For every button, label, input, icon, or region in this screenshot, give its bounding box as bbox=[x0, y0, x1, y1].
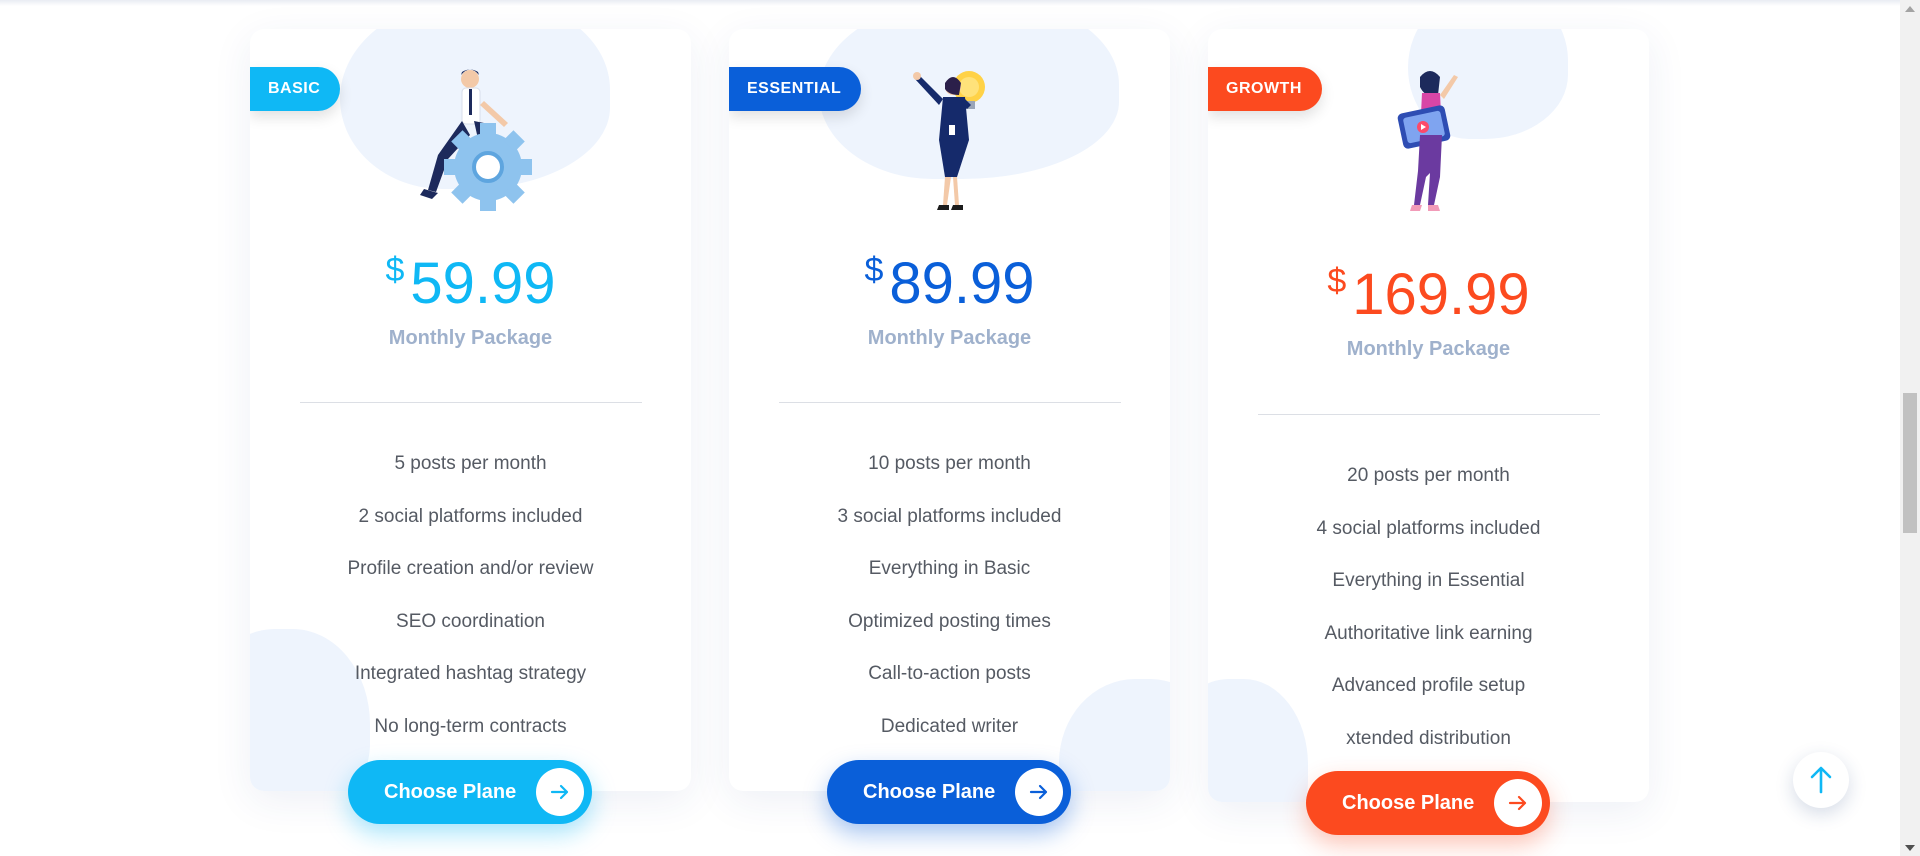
scroll-up-arrow-icon[interactable] bbox=[1900, 0, 1920, 17]
woman-with-lightbulb-illustration bbox=[913, 71, 985, 210]
feature-item: Integrated hashtag strategy bbox=[354, 663, 587, 685]
arrow-up-icon bbox=[1810, 766, 1832, 794]
scroll-to-top-button[interactable] bbox=[1793, 752, 1849, 808]
divider bbox=[779, 402, 1121, 403]
plan-price: $59.99 bbox=[250, 249, 691, 319]
price-amount: 89.99 bbox=[889, 251, 1035, 316]
feature-item: Authoritative link earning bbox=[1324, 622, 1533, 644]
plan-badge: ESSENTIAL bbox=[729, 67, 862, 111]
pricing-card-essential: ESSENTIAL $89.99 Monthly Package 10 post… bbox=[729, 29, 1170, 791]
feature-item: 2 social platforms included bbox=[358, 505, 583, 527]
divider bbox=[300, 402, 642, 403]
feature-item: 4 social platforms included bbox=[1316, 517, 1541, 539]
feature-item: 5 posts per month bbox=[394, 453, 547, 474]
plan-price: $169.99 bbox=[1208, 260, 1649, 330]
currency-symbol: $ bbox=[864, 251, 884, 289]
feature-item: Everything in Essential bbox=[1332, 570, 1525, 592]
feature-item: Call-to-action posts bbox=[868, 663, 1031, 685]
plan-price: $89.99 bbox=[729, 249, 1170, 319]
woman-with-tablet-illustration bbox=[1397, 71, 1458, 211]
feature-item: No long-term contracts bbox=[374, 715, 567, 737]
choose-plan-button-growth[interactable]: Choose Plane bbox=[1306, 771, 1550, 835]
choose-plan-label: Choose Plane bbox=[863, 780, 996, 803]
plan-period: Monthly Package bbox=[1346, 338, 1511, 360]
feature-item: Optimized posting times bbox=[848, 610, 1051, 632]
pricing-card-basic: BASIC $ 59.99 Monthly Package 5 posts pe… bbox=[250, 29, 691, 791]
feature-item: 3 social platforms included bbox=[837, 505, 1062, 527]
scroll-down-arrow-icon[interactable] bbox=[1900, 839, 1920, 856]
pricing-card-growth: GROWTH $169.99 Monthly Package 20 posts … bbox=[1208, 29, 1649, 802]
feature-list: 20 posts per month 4 social platforms in… bbox=[1208, 450, 1649, 766]
man-with-gear-illustration bbox=[420, 69, 532, 211]
currency-symbol: $ bbox=[385, 251, 405, 289]
plan-badge: BASIC bbox=[250, 67, 341, 111]
feature-item: xtended distribution bbox=[1346, 727, 1511, 749]
feature-item: Advanced profile setup bbox=[1331, 675, 1526, 697]
price-amount: 169.99 bbox=[1352, 262, 1530, 327]
feature-list: 5 posts per month 2 social platforms inc… bbox=[250, 438, 691, 754]
arrow-right-icon bbox=[1015, 768, 1063, 816]
price-amount: 59.99 bbox=[410, 251, 556, 316]
feature-item: Dedicated writer bbox=[880, 715, 1019, 737]
choose-plan-button-basic[interactable]: Choose Plane bbox=[348, 760, 592, 824]
scrollbar-thumb[interactable] bbox=[1903, 393, 1917, 533]
plan-badge: GROWTH bbox=[1208, 67, 1322, 111]
plan-period: Monthly Package bbox=[867, 327, 1032, 349]
feature-item: 20 posts per month bbox=[1347, 465, 1510, 486]
feature-item: Profile creation and/or review bbox=[347, 558, 594, 580]
page-scrollbar[interactable] bbox=[1900, 0, 1920, 856]
divider bbox=[1258, 414, 1600, 415]
plan-period: Monthly Package bbox=[388, 327, 553, 349]
pricing-section: BASIC $ 59.99 Monthly Package 5 posts pe… bbox=[0, 0, 1900, 856]
feature-item: Everything in Basic bbox=[868, 558, 1031, 580]
choose-plan-button-essential[interactable]: Choose Plane bbox=[827, 760, 1071, 824]
feature-item: SEO coordination bbox=[396, 610, 545, 632]
arrow-right-icon bbox=[536, 768, 584, 816]
choose-plan-label: Choose Plane bbox=[1342, 791, 1475, 814]
currency-symbol: $ bbox=[1327, 262, 1347, 300]
arrow-right-icon bbox=[1494, 779, 1542, 827]
feature-item: 10 posts per month bbox=[868, 453, 1031, 474]
feature-list: 10 posts per month 3 social platforms in… bbox=[729, 438, 1170, 754]
choose-plan-label: Choose Plane bbox=[384, 780, 517, 803]
